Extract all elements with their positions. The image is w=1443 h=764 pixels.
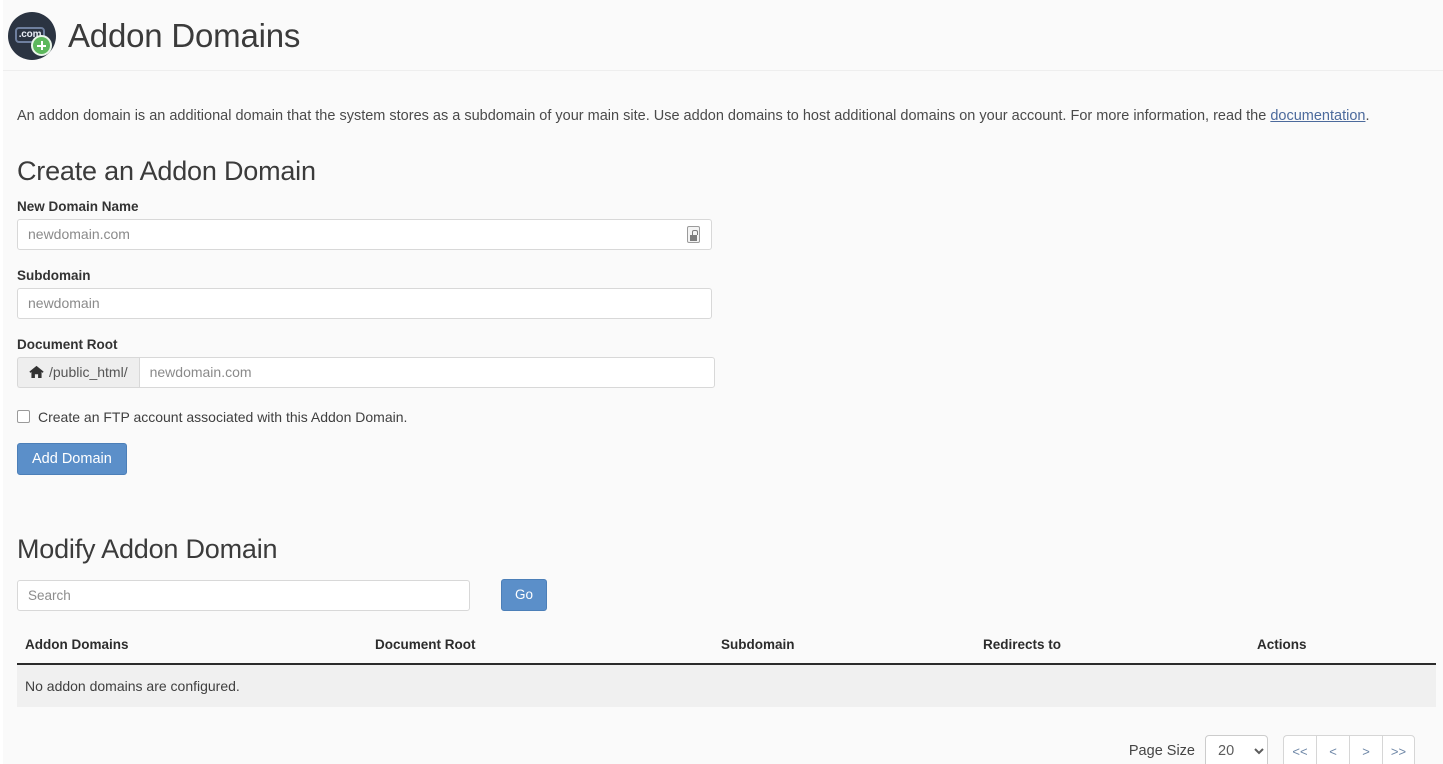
page-header: .com Addon Domains bbox=[3, 0, 1443, 71]
column-header-redirects-to[interactable]: Redirects to bbox=[983, 636, 1257, 665]
ftp-checkbox-row[interactable]: Create an FTP account associated with th… bbox=[17, 409, 1429, 425]
table-empty-row: No addon domains are configured. bbox=[17, 663, 1436, 707]
document-root-prefix: /public_html/ bbox=[17, 356, 139, 388]
subdomain-input[interactable] bbox=[17, 287, 712, 319]
search-input[interactable] bbox=[17, 579, 470, 611]
page-size-select[interactable]: 20 bbox=[1205, 734, 1268, 764]
pagination-buttons: << < > >> bbox=[1283, 734, 1415, 764]
pagination-last-button[interactable]: >> bbox=[1382, 734, 1415, 764]
document-root-prefix-text: /public_html/ bbox=[49, 364, 128, 381]
document-root-label: Document Root bbox=[17, 336, 118, 352]
pagination-first-button[interactable]: << bbox=[1283, 734, 1316, 764]
column-header-addon-domains[interactable]: Addon Domains bbox=[17, 636, 375, 665]
table-body: No addon domains are configured. bbox=[17, 663, 1436, 707]
documentation-link[interactable]: documentation bbox=[1270, 108, 1365, 124]
ftp-checkbox[interactable] bbox=[17, 410, 30, 424]
pagination-bar: Page Size 20 << < > >> bbox=[14, 734, 1415, 764]
plus-circle-icon bbox=[31, 35, 52, 56]
ftp-checkbox-label: Create an FTP account associated with th… bbox=[38, 408, 408, 425]
pagination-next-button[interactable]: > bbox=[1349, 734, 1382, 764]
subdomain-label: Subdomain bbox=[17, 267, 91, 283]
new-domain-input[interactable] bbox=[17, 218, 712, 250]
new-domain-field-wrap bbox=[14, 218, 712, 250]
page-size-label: Page Size bbox=[1128, 743, 1195, 760]
table-header-row: Addon Domains Document Root Subdomain Re… bbox=[17, 636, 1436, 665]
table-empty-message: No addon domains are configured. bbox=[17, 663, 1436, 707]
home-icon bbox=[29, 366, 44, 379]
autofill-icon[interactable] bbox=[687, 225, 700, 243]
page-title: Addon Domains bbox=[68, 17, 301, 54]
column-header-subdomain[interactable]: Subdomain bbox=[721, 636, 983, 665]
create-section-title: Create an Addon Domain bbox=[17, 155, 316, 186]
page-root: .com Addon Domains An addon domain is an… bbox=[0, 0, 1443, 764]
intro-paragraph: An addon domain is an additional domain … bbox=[14, 86, 1429, 126]
search-row: Go bbox=[17, 579, 1429, 611]
dotcom-plus-icon: .com bbox=[8, 12, 56, 60]
column-header-actions: Actions bbox=[1257, 636, 1436, 665]
modify-section-title: Modify Addon Domain bbox=[17, 534, 278, 565]
table-header: Addon Domains Document Root Subdomain Re… bbox=[17, 636, 1436, 665]
addon-domains-table: Addon Domains Document Root Subdomain Re… bbox=[17, 636, 1436, 707]
document-root-input[interactable] bbox=[138, 356, 715, 388]
new-domain-label: New Domain Name bbox=[17, 198, 139, 214]
search-go-button[interactable]: Go bbox=[501, 579, 548, 611]
pagination-prev-button[interactable]: < bbox=[1316, 734, 1349, 764]
intro-text-after: . bbox=[1365, 107, 1370, 124]
column-header-document-root[interactable]: Document Root bbox=[375, 636, 721, 665]
document-root-group: /public_html/ bbox=[17, 356, 715, 388]
intro-text-before: An addon domain is an additional domain … bbox=[17, 107, 1271, 124]
add-domain-button[interactable]: Add Domain bbox=[17, 442, 127, 476]
